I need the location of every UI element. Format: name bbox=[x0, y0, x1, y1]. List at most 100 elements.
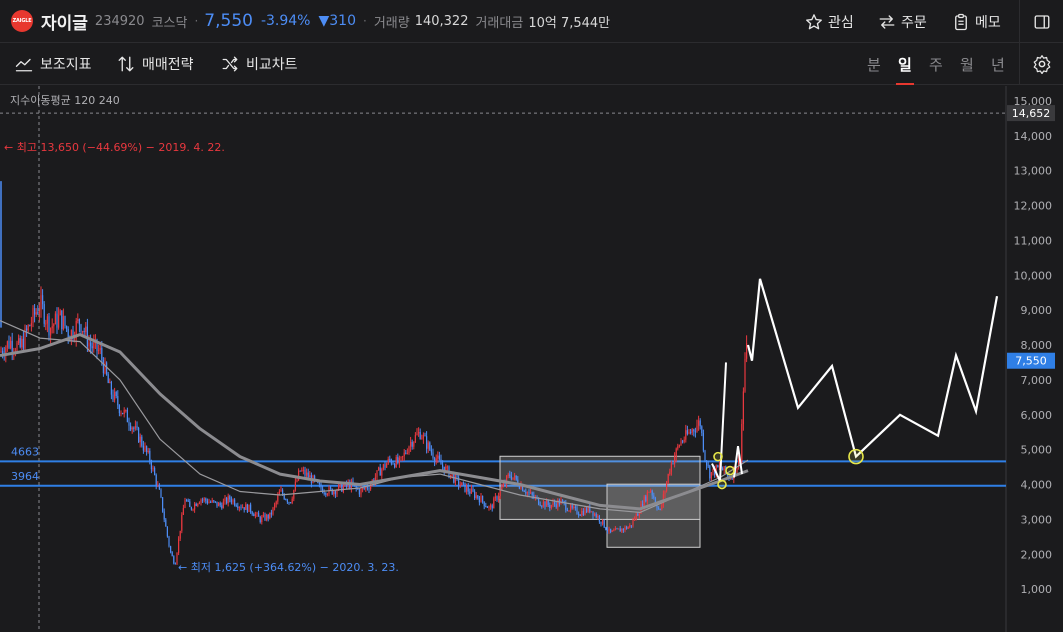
candle-body bbox=[230, 499, 232, 503]
candle-body bbox=[8, 341, 10, 348]
candle-body bbox=[579, 514, 581, 516]
separator-dot: · bbox=[362, 14, 367, 28]
shuffle-icon bbox=[222, 56, 238, 72]
candle-body bbox=[109, 382, 111, 384]
candle-body bbox=[704, 450, 706, 461]
y-tick-label: 13,000 bbox=[1014, 165, 1053, 178]
side-panel-toggle[interactable] bbox=[1019, 0, 1063, 43]
order-button[interactable]: 주문 bbox=[878, 0, 927, 43]
candle-body bbox=[630, 525, 632, 527]
candle-body bbox=[736, 468, 738, 473]
candle-body bbox=[6, 341, 8, 348]
separator-dot: · bbox=[194, 14, 199, 28]
candle-body bbox=[701, 426, 703, 433]
candle-body bbox=[253, 514, 255, 517]
candle-body bbox=[93, 342, 95, 349]
candle-body bbox=[395, 457, 397, 468]
candle-body bbox=[706, 460, 708, 466]
candle-body bbox=[189, 501, 191, 508]
support-line-label: 3964 bbox=[11, 470, 39, 483]
candle-body bbox=[499, 489, 501, 497]
period-year-tab[interactable]: 년 bbox=[991, 43, 1005, 85]
candle-body bbox=[502, 482, 504, 487]
candle-body bbox=[133, 427, 135, 429]
candle-body bbox=[710, 472, 712, 479]
candle-body bbox=[77, 319, 79, 321]
marker-circle bbox=[848, 448, 864, 465]
candle-body bbox=[139, 436, 141, 443]
candle-body bbox=[472, 488, 474, 492]
compare-button[interactable]: 비교차트 bbox=[220, 43, 298, 85]
candle-body bbox=[106, 362, 108, 375]
stock-header: ZAIGLE 자이글 234920 코스닥 · 7,550 -3.94% ▼31… bbox=[0, 0, 1063, 43]
candle-body bbox=[182, 507, 184, 515]
candle-body bbox=[107, 374, 109, 384]
stock-code: 234920 bbox=[94, 13, 145, 29]
candle-body bbox=[306, 472, 308, 476]
candle-body bbox=[659, 508, 661, 510]
candle-body bbox=[336, 490, 338, 495]
candle-body bbox=[418, 431, 420, 434]
candle-body bbox=[138, 428, 140, 443]
candle-body bbox=[126, 410, 128, 423]
candle-body bbox=[149, 450, 151, 462]
candle-body bbox=[70, 330, 72, 342]
candle-body bbox=[197, 503, 199, 506]
candle-body bbox=[221, 505, 223, 509]
candle-body bbox=[48, 316, 50, 336]
candle-body bbox=[285, 499, 287, 501]
candle-body bbox=[67, 328, 69, 337]
candle-body bbox=[154, 467, 156, 476]
settings-button[interactable] bbox=[1019, 43, 1063, 85]
candle-body bbox=[453, 474, 455, 483]
candle-body bbox=[477, 495, 479, 499]
candle-body bbox=[694, 431, 696, 433]
period-day-tab[interactable]: 일 bbox=[896, 43, 914, 85]
memo-button[interactable]: 메모 bbox=[952, 0, 1001, 43]
candle-body bbox=[426, 436, 428, 449]
candle-body bbox=[166, 526, 168, 537]
candle-body bbox=[360, 488, 362, 495]
candle-body bbox=[43, 304, 45, 324]
candle-body bbox=[613, 530, 615, 532]
candle-body bbox=[646, 492, 648, 502]
gear-icon bbox=[1033, 55, 1050, 74]
y-tick-label: 10,000 bbox=[1014, 269, 1053, 282]
candle-body bbox=[152, 467, 154, 470]
price-chart[interactable]: 1,000 2,000 3,000 4,000 5,000 6,000 7,000 8,000… bbox=[0, 86, 1063, 632]
candle-body bbox=[456, 474, 458, 478]
indicator-button[interactable]: 보조지표 bbox=[14, 43, 92, 85]
candle-body bbox=[150, 461, 152, 470]
candle-body bbox=[203, 498, 205, 500]
candle-body bbox=[491, 505, 493, 509]
period-week-tab[interactable]: 주 bbox=[929, 43, 943, 85]
updown-arrows-icon bbox=[118, 56, 134, 72]
candle-body bbox=[429, 442, 431, 450]
y-axis: 1,000 2,000 3,000 4,000 5,000 6,000 7,000 8,000… bbox=[1014, 95, 1053, 596]
candle-body bbox=[250, 504, 252, 512]
candle-body bbox=[632, 519, 634, 526]
candle-body bbox=[90, 342, 92, 347]
candle-body bbox=[475, 495, 477, 498]
candle-body bbox=[696, 425, 698, 432]
candle-body bbox=[530, 492, 532, 494]
candle-body bbox=[661, 504, 663, 510]
candle-body bbox=[160, 489, 162, 498]
candle-body bbox=[638, 513, 640, 516]
strategy-button[interactable]: 매매전략 bbox=[116, 43, 194, 85]
period-month-tab[interactable]: 월 bbox=[960, 43, 974, 85]
candle-body bbox=[165, 519, 167, 527]
candle-body bbox=[210, 501, 212, 503]
candle-body bbox=[675, 448, 677, 457]
stock-name[interactable]: 자이글 bbox=[41, 9, 88, 34]
candle-body bbox=[130, 425, 132, 430]
candle-body bbox=[550, 505, 552, 508]
candle-body bbox=[528, 492, 530, 494]
memo-label: 메모 bbox=[975, 14, 1001, 31]
watch-button[interactable]: 관심 bbox=[805, 0, 854, 43]
candle-body bbox=[541, 505, 543, 507]
candle-body bbox=[610, 528, 612, 532]
candle-body bbox=[547, 500, 549, 505]
period-minute-tab[interactable]: 분 bbox=[867, 43, 881, 85]
y-tick-label: 4,000 bbox=[1021, 479, 1053, 492]
